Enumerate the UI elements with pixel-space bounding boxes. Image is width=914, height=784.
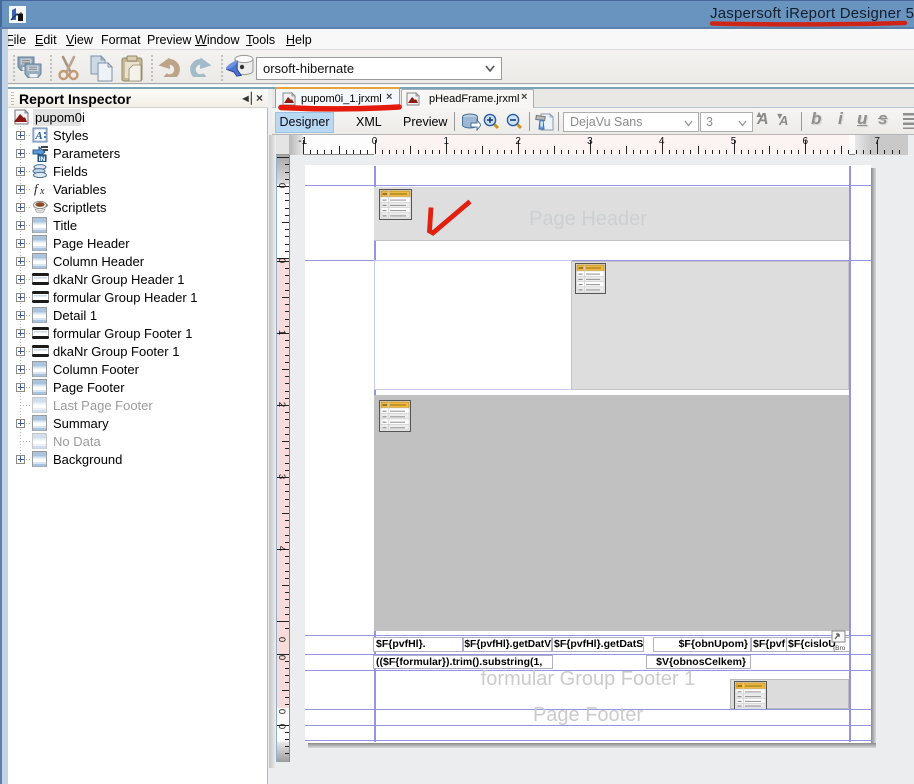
svg-text:IN: IN: [39, 156, 46, 162]
svg-text:{Bro: {Bro: [833, 645, 846, 652]
svg-text:A: A: [34, 130, 42, 142]
svg-text:x: x: [39, 186, 45, 197]
